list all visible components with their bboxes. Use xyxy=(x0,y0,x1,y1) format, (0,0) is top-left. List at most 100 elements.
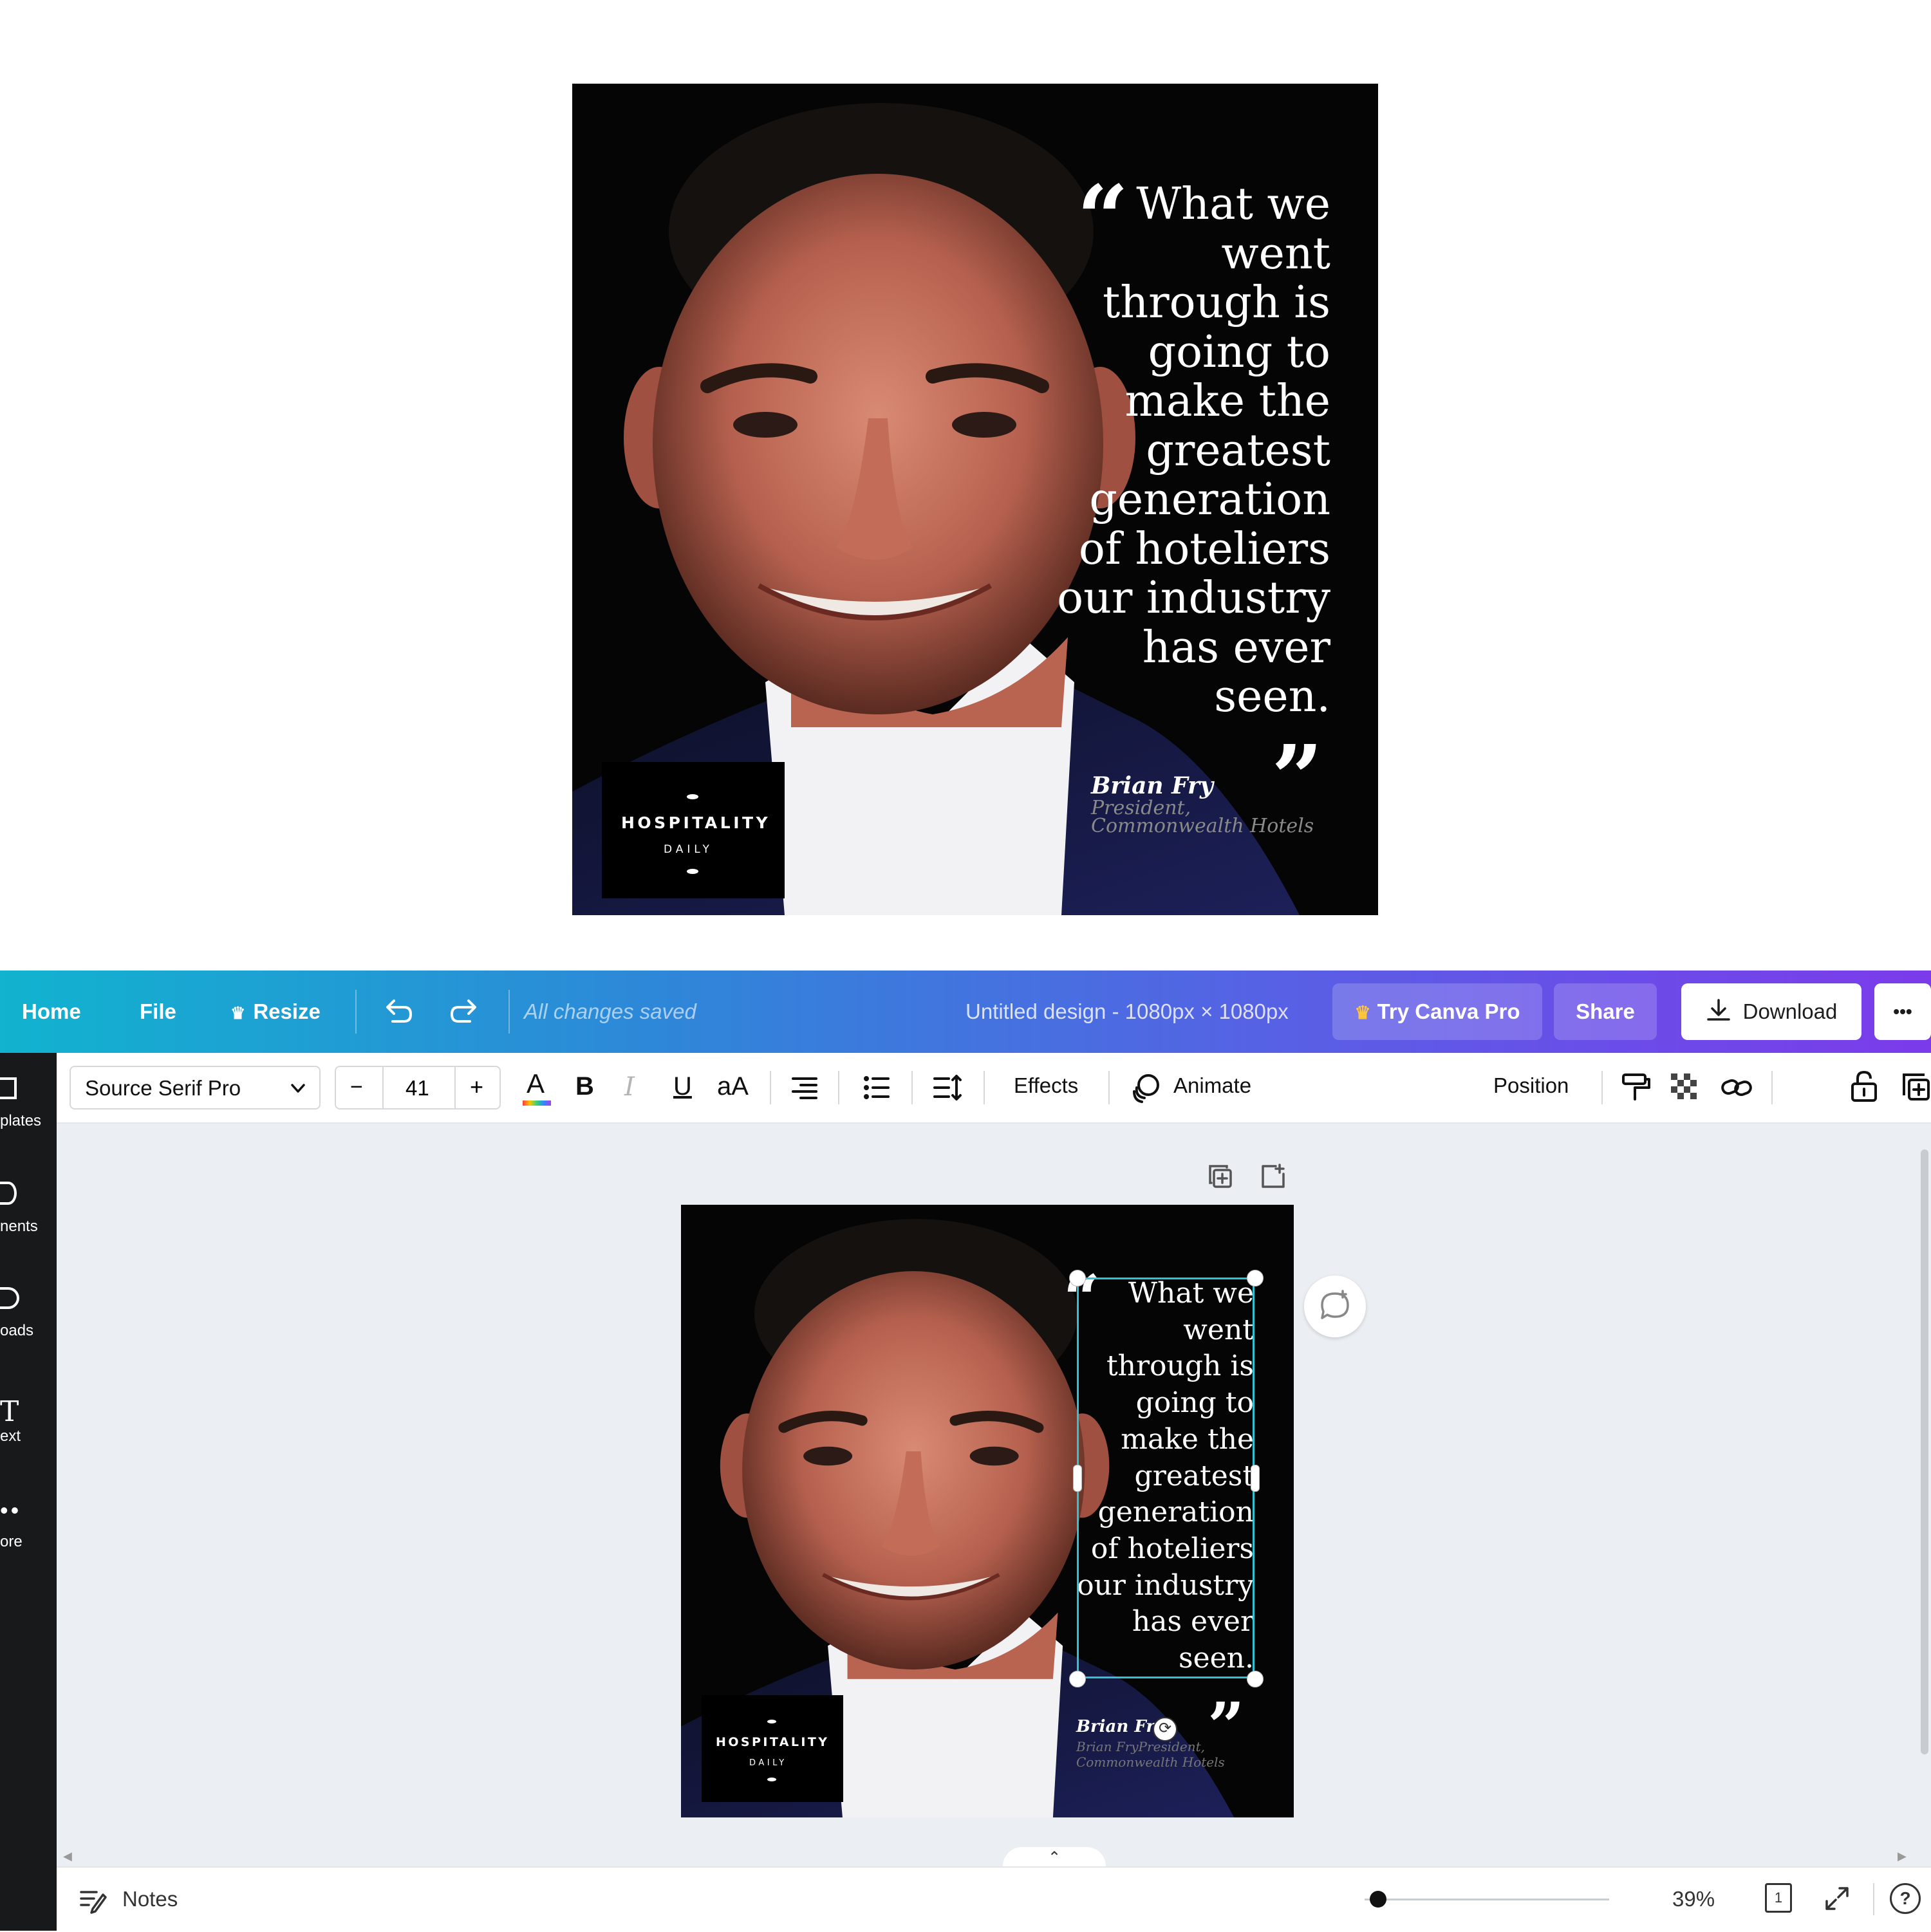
sidebar-item-templates[interactable]: plates xyxy=(0,1112,41,1130)
toolbar-divider xyxy=(770,1071,771,1104)
help-button[interactable]: ? xyxy=(1890,1883,1921,1914)
close-quote-mark[interactable]: ” xyxy=(1208,1694,1245,1758)
copy-style-icon[interactable] xyxy=(1619,1071,1652,1103)
file-menu[interactable]: File xyxy=(140,971,176,1053)
stepper-divider xyxy=(454,1067,456,1108)
logo-ornament-top xyxy=(687,794,698,799)
elements-icon[interactable] xyxy=(0,1182,17,1205)
zoom-slider-track[interactable] xyxy=(1365,1899,1609,1900)
show-pages-handle[interactable]: ⌃ xyxy=(1003,1847,1106,1866)
add-comment-button[interactable] xyxy=(1304,1276,1366,1337)
templates-icon[interactable] xyxy=(0,1077,17,1099)
font-select[interactable]: Source Serif Pro xyxy=(70,1066,321,1110)
logo-title: HOSPITALITY xyxy=(716,1735,830,1749)
resize-button[interactable]: ♛ Resize xyxy=(230,971,321,1053)
sidebar-item-text[interactable]: ext xyxy=(0,1427,21,1445)
resize-handle-right[interactable] xyxy=(1251,1465,1260,1492)
author-company[interactable]: Commonwealth Hotels xyxy=(1076,1754,1225,1770)
italic-button[interactable]: I xyxy=(624,1072,635,1102)
align-right-icon[interactable] xyxy=(789,1072,820,1103)
add-page-icon[interactable] xyxy=(1259,1162,1287,1191)
author-name[interactable]: Brian Fry xyxy=(1076,1717,1164,1736)
font-name: Source Serif Pro xyxy=(85,1076,241,1100)
rotate-handle[interactable]: ⟳ xyxy=(1153,1717,1177,1742)
topbar-divider xyxy=(355,990,357,1034)
share-button[interactable]: Share xyxy=(1554,983,1657,1040)
zoom-slider-thumb[interactable] xyxy=(1370,1891,1386,1908)
close-quote-mark: ” xyxy=(1271,726,1323,831)
toolbar-divider xyxy=(984,1071,985,1104)
font-size-input[interactable]: 41 xyxy=(406,1076,429,1101)
more-icon[interactable]: •• xyxy=(0,1497,21,1524)
editor-bottombar: Notes 39% 1 ? xyxy=(57,1866,1931,1932)
resize-handle-bottom-left[interactable] xyxy=(1069,1671,1086,1687)
uploads-icon[interactable] xyxy=(0,1287,19,1309)
design-title[interactable]: Untitled design - 1080px × 1080px xyxy=(966,971,1289,1053)
logo-title: HOSPITALITY xyxy=(621,813,771,832)
hospitality-daily-logo: HOSPITALITY DAILY xyxy=(602,762,785,898)
position-button[interactable]: Position xyxy=(1493,1073,1569,1098)
author-role[interactable]: Brian FryPresident, xyxy=(1076,1739,1205,1754)
spacing-icon[interactable] xyxy=(932,1072,963,1103)
editor-topbar: Home File ♛ Resize All changes saved Unti… xyxy=(0,971,1931,1053)
home-button[interactable]: Home xyxy=(22,971,81,1053)
effects-button[interactable]: Effects xyxy=(1014,1073,1078,1098)
notes-icon[interactable] xyxy=(79,1886,107,1914)
vertical-scrollbar[interactable] xyxy=(1921,1149,1928,1754)
resize-handle-bottom-right[interactable] xyxy=(1247,1671,1264,1687)
sidebar-item-uploads[interactable]: oads xyxy=(0,1322,33,1340)
bold-button[interactable]: B xyxy=(575,1072,594,1101)
font-size-increase-button[interactable]: + xyxy=(470,1073,483,1101)
resize-handle-top-right[interactable] xyxy=(1247,1270,1264,1286)
resize-handle-top-left[interactable] xyxy=(1069,1270,1086,1286)
text-icon[interactable]: T xyxy=(0,1395,19,1428)
logo-subtitle: DAILY xyxy=(664,843,713,856)
scroll-right-arrow[interactable]: ▶ xyxy=(1898,1850,1907,1863)
text-color-icon: A xyxy=(527,1068,545,1099)
sidebar-item-more[interactable]: ore xyxy=(0,1533,23,1551)
duplicate-page-icon[interactable] xyxy=(1206,1162,1235,1191)
zoom-level[interactable]: 39% xyxy=(1672,1887,1715,1911)
page-count-button[interactable]: 1 xyxy=(1765,1883,1792,1913)
design-canvas-area: “ What we went through is going to make … xyxy=(57,1124,1931,1866)
quote-text: What we went through is going to make th… xyxy=(1057,179,1330,722)
text-color-button[interactable]: A xyxy=(519,1068,552,1107)
try-pro-label: Try Canva Pro xyxy=(1377,999,1520,1023)
transparency-icon[interactable] xyxy=(1668,1071,1701,1103)
canvas-poster[interactable]: “ What we went through is going to make … xyxy=(681,1205,1294,1817)
toolbar-divider xyxy=(1108,1071,1110,1104)
letter-case-button[interactable]: aA xyxy=(717,1072,749,1101)
hospitality-daily-logo[interactable]: HOSPITALITY DAILY xyxy=(702,1695,843,1802)
try-canva-pro-button[interactable]: ♛ Try Canva Pro xyxy=(1332,983,1542,1040)
animate-button[interactable]: Animate xyxy=(1173,1073,1251,1098)
download-label: Download xyxy=(1742,999,1838,1023)
redo-icon[interactable] xyxy=(449,996,481,1028)
logo-ornament-top xyxy=(767,1720,776,1723)
undo-icon[interactable] xyxy=(381,996,413,1028)
scroll-left-arrow[interactable]: ◀ xyxy=(63,1850,72,1863)
sidebar-item-elements[interactable]: nents xyxy=(0,1218,38,1236)
toolbar-divider xyxy=(1601,1071,1603,1104)
color-bar xyxy=(523,1101,551,1106)
font-size-stepper[interactable]: − 41 + xyxy=(335,1066,501,1110)
toolbar-divider xyxy=(838,1071,839,1104)
download-button[interactable]: Download xyxy=(1681,983,1861,1040)
logo-subtitle: DAILY xyxy=(749,1758,787,1768)
bulleted-list-icon[interactable] xyxy=(861,1072,892,1103)
logo-ornament-bottom xyxy=(687,869,698,874)
lock-icon[interactable] xyxy=(1849,1070,1880,1103)
notes-button[interactable]: Notes xyxy=(122,1887,178,1911)
font-size-decrease-button[interactable]: − xyxy=(350,1075,363,1100)
preview-poster: “ What we went through is going to make … xyxy=(572,84,1378,915)
link-icon[interactable] xyxy=(1720,1071,1753,1104)
logo-ornament-bottom xyxy=(767,1778,776,1781)
text-selection-box[interactable] xyxy=(1077,1277,1255,1678)
underline-button[interactable]: U xyxy=(673,1072,692,1101)
duplicate-icon[interactable] xyxy=(1900,1071,1931,1103)
toolbar-divider xyxy=(1771,1071,1773,1104)
fullscreen-icon[interactable] xyxy=(1823,1884,1851,1913)
resize-handle-left[interactable] xyxy=(1073,1465,1082,1492)
animate-icon[interactable] xyxy=(1129,1071,1162,1104)
bottombar-divider xyxy=(1873,1883,1874,1915)
more-options-button[interactable]: ••• xyxy=(1874,983,1931,1040)
